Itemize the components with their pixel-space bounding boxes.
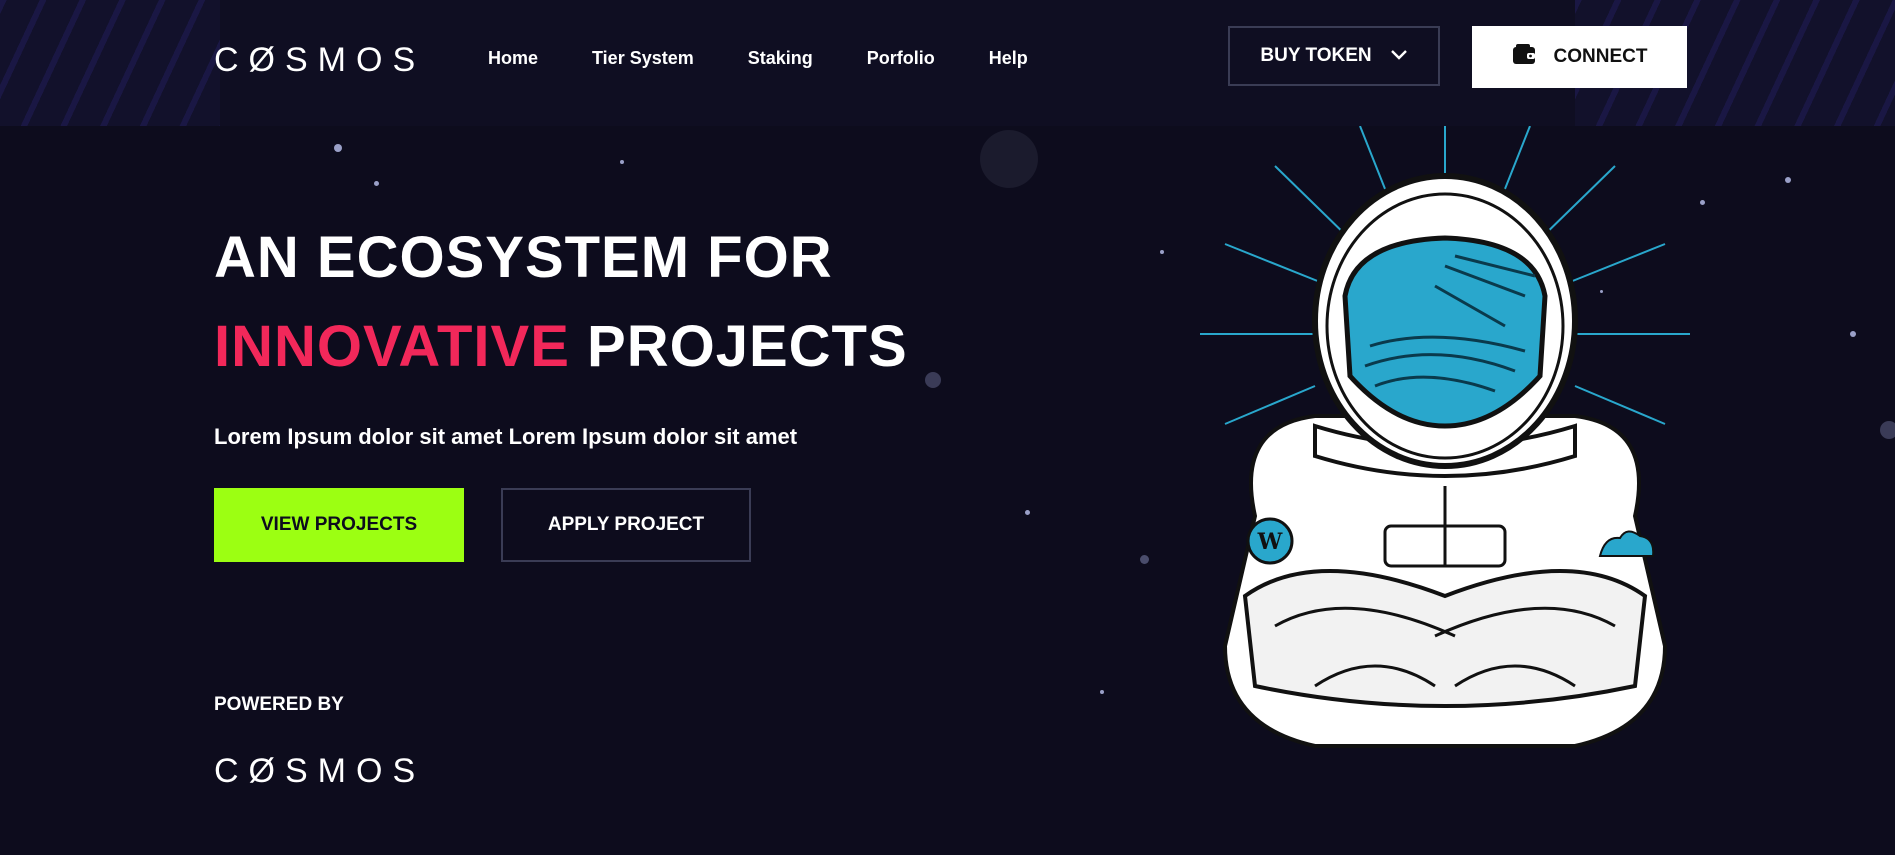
powered-by-logo: CØSMOS	[214, 752, 426, 790]
main-nav: Home Tier System Staking Porfolio Help	[488, 48, 1028, 69]
nav-home[interactable]: Home	[488, 48, 538, 69]
svg-text:W: W	[1257, 529, 1283, 555]
connect-button[interactable]: CONNECT	[1472, 26, 1687, 88]
buy-token-label: BUY TOKEN	[1260, 45, 1372, 66]
powered-by-label: POWERED BY	[214, 694, 344, 715]
cosmos-logo[interactable]: CØSMOS	[214, 41, 425, 79]
astronaut-illustration: W	[1200, 126, 1690, 748]
nav-tier-system[interactable]: Tier System	[592, 48, 694, 69]
hero-highlight-word: INNOVATIVE	[214, 314, 570, 379]
nav-help[interactable]: Help	[989, 48, 1028, 69]
buy-token-dropdown[interactable]: BUY TOKEN	[1228, 26, 1440, 86]
hero-title-line1: AN ECOSYSTEM FOR	[214, 225, 833, 290]
view-projects-button[interactable]: VIEW PROJECTS	[214, 488, 464, 562]
hero-title-rest: PROJECTS	[587, 314, 908, 379]
chevron-down-icon	[1390, 45, 1408, 67]
nav-staking[interactable]: Staking	[748, 48, 813, 69]
hero-subtitle: Lorem Ipsum dolor sit amet Lorem Ipsum d…	[214, 424, 798, 449]
nav-portfolio[interactable]: Porfolio	[867, 48, 935, 69]
logo-text: CØSMOS	[214, 40, 426, 79]
wallet-icon	[1512, 43, 1536, 71]
apply-project-button[interactable]: APPLY PROJECT	[501, 488, 751, 562]
hero-title-line2: INNOVATIVE PROJECTS	[214, 313, 908, 380]
connect-label: CONNECT	[1553, 46, 1648, 67]
